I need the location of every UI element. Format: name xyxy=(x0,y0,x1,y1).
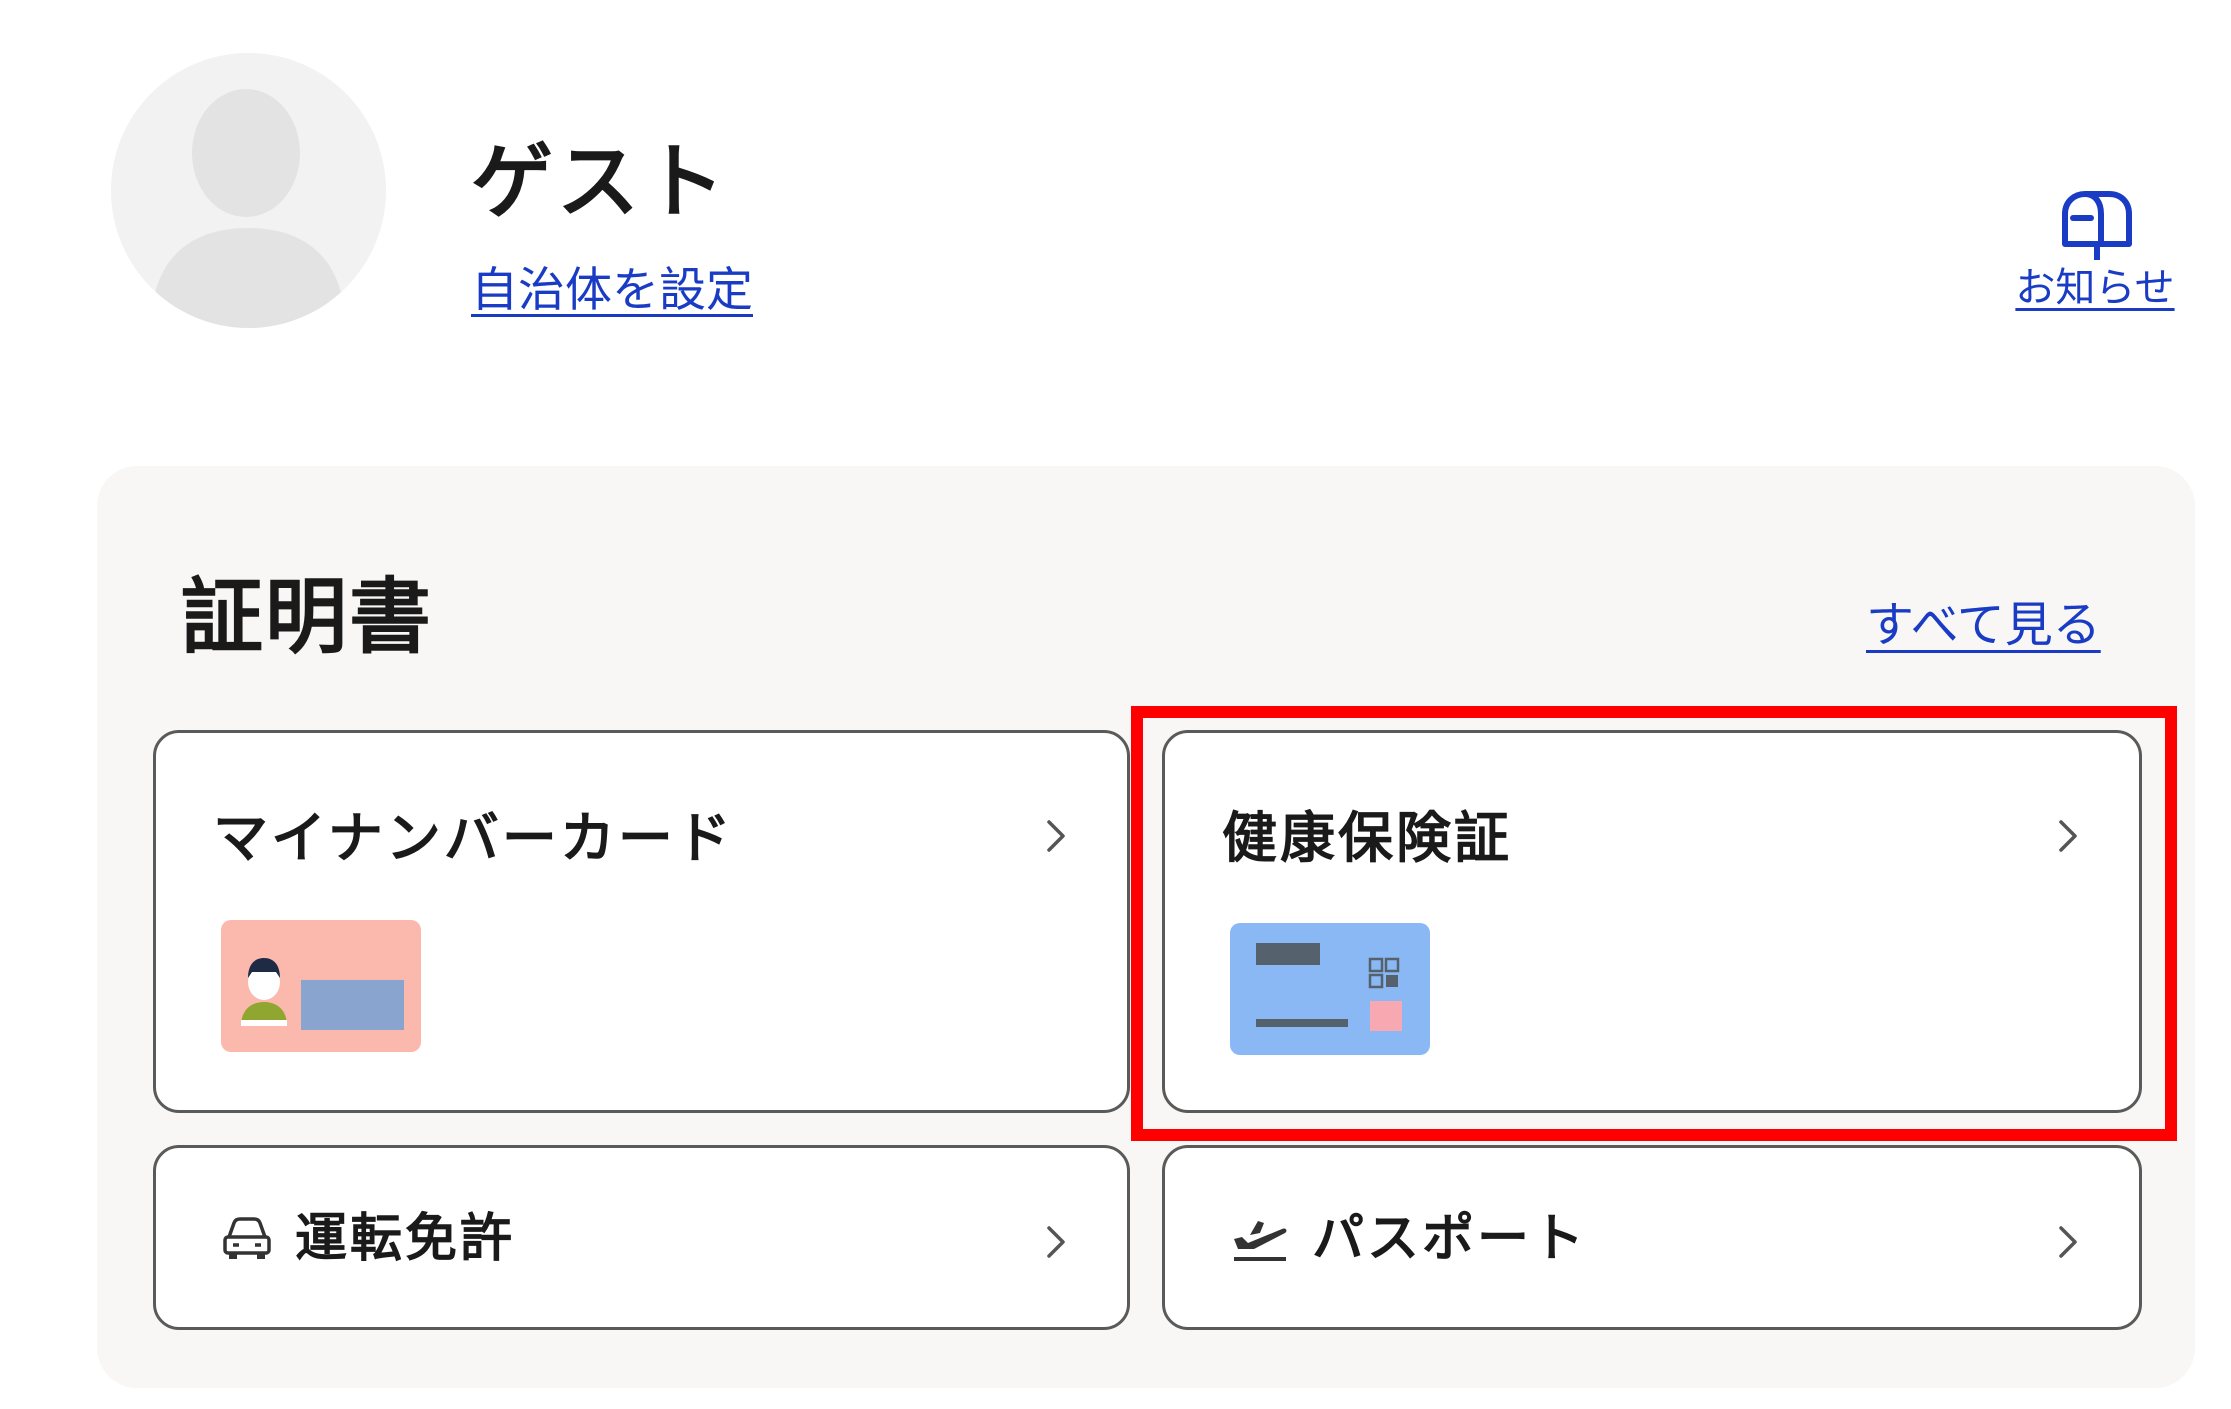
avatar xyxy=(111,53,386,328)
user-name: ゲスト xyxy=(471,135,730,230)
health-insurance-card-tile[interactable]: 健康保険証 xyxy=(1162,730,2142,1113)
card-title: 運転免許 xyxy=(295,1209,516,1269)
mailbox-icon xyxy=(2062,191,2132,260)
notice-label: お知らせ xyxy=(2015,265,2175,311)
my-number-card-tile[interactable]: マイナンバーカード xyxy=(153,730,1130,1113)
drivers-license-tile[interactable]: 運転免許 xyxy=(153,1145,1130,1330)
airplane-takeoff-icon xyxy=(1234,1221,1287,1261)
chevron-right-icon xyxy=(2059,820,2077,852)
my-number-card-illustration xyxy=(221,920,421,1052)
set-municipality-link[interactable]: 自治体を設定 xyxy=(471,267,753,314)
certificates-title: 証明書 xyxy=(181,570,434,665)
see-all-link[interactable]: すべて見る xyxy=(1866,601,2101,649)
chevron-right-icon xyxy=(2059,1226,2077,1258)
chevron-right-icon xyxy=(1047,1226,1065,1258)
health-insurance-card-illustration xyxy=(1230,923,1430,1055)
notice-button[interactable]: お知らせ xyxy=(2000,186,2190,308)
user-silhouette-icon xyxy=(111,53,385,328)
card-title: パスポート xyxy=(1312,1209,1588,1269)
chevron-right-icon xyxy=(1047,820,1065,852)
card-title: マイナンバーカード xyxy=(213,806,734,870)
passport-tile[interactable]: パスポート xyxy=(1162,1145,2142,1330)
car-icon xyxy=(223,1217,271,1259)
card-title: 健康保険証 xyxy=(1222,806,1513,870)
